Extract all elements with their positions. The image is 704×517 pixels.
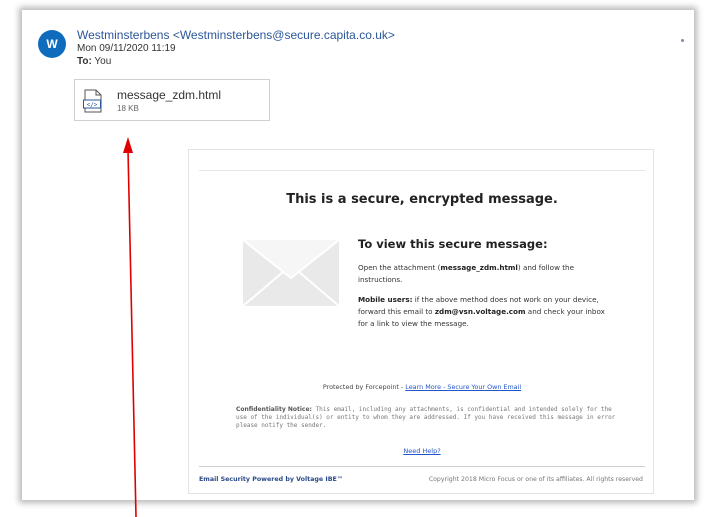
to-value: You	[94, 56, 112, 67]
html-file-icon: </>	[83, 89, 102, 113]
attachment-name: message_zdm.html	[117, 88, 222, 102]
mobile-users-instruction: Mobile users: if the above method does n…	[358, 295, 605, 328]
sender-avatar: W	[38, 30, 66, 58]
attachment-card[interactable]: </> message_zdm.html 18 KB	[74, 79, 270, 121]
footer-divider	[199, 466, 645, 467]
more-options-dot[interactable]	[681, 39, 684, 42]
secure-headline: This is a secure, encrypted message.	[286, 192, 558, 207]
voltage-footer: Email Security Powered by Voltage IBE™	[199, 476, 344, 483]
learn-more-link[interactable]: Learn More - Secure Your Own Email	[405, 383, 521, 391]
svg-text:</>: </>	[87, 102, 98, 109]
to-label: To:	[77, 56, 92, 67]
need-help-link[interactable]: Need Help?	[189, 447, 655, 455]
recipient-line: To: You	[77, 56, 111, 67]
view-instructions-title: To view this secure message:	[358, 237, 548, 251]
open-attachment-instruction: Open the attachment (message_zdm.html) a…	[358, 263, 575, 284]
secure-message-body: This is a secure, encrypted message. To …	[188, 149, 654, 494]
sender-address[interactable]: Westminsterbens <Westminsterbens@secure.…	[77, 28, 395, 42]
envelope-icon	[243, 240, 339, 306]
attachment-size: 18 KB	[117, 104, 139, 113]
copyright-footer: Copyright 2018 Micro Focus or one of its…	[428, 476, 643, 483]
divider	[199, 170, 645, 171]
confidentiality-notice: Confidentiality Notice: This email, incl…	[236, 406, 616, 429]
protected-by-line: Protected by Forcepoint - Learn More - S…	[322, 383, 522, 391]
sent-date: Mon 09/11/2020 11:19	[77, 43, 176, 54]
